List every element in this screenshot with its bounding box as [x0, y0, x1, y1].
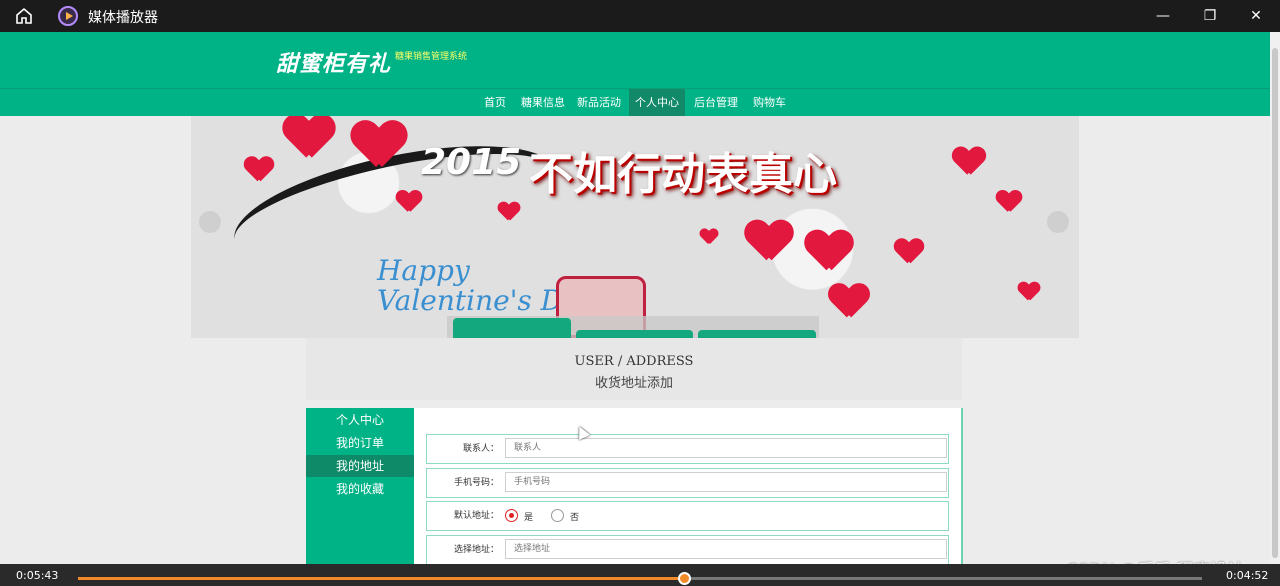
restore-icon: ❐ [1203, 8, 1217, 24]
address-form: 联系人： 联系人 手机号码： 手机号码 默认地址： 是 否 选择地址： 选择地址 [414, 408, 963, 564]
sidebar-item-orders[interactable]: 我的订单 [306, 432, 414, 454]
section-title-cn: 收货地址添加 [594, 376, 673, 391]
restore-button[interactable]: ❐ [1199, 5, 1221, 27]
sidebar-item-personal-center[interactable]: 个人中心 [306, 409, 414, 431]
banner-tab[interactable] [698, 330, 816, 338]
heart-decoration [1018, 282, 1040, 301]
heart-decoration [245, 157, 274, 183]
default-address-label: 默认地址： [453, 511, 499, 521]
banner-next-arrow[interactable] [1047, 211, 1069, 233]
nav-new-activities[interactable]: 新品活动 [571, 89, 627, 116]
nav-personal-center[interactable]: 个人中心 [629, 89, 685, 116]
heart-decoration [498, 202, 520, 221]
default-yes-radio[interactable] [505, 509, 518, 522]
address-select-row: 选择地址： 选择地址 [426, 535, 949, 564]
contact-label: 联系人： [462, 444, 499, 454]
banner-year: 2015 [421, 142, 522, 183]
window-title: 媒体播放器 [88, 10, 158, 26]
remaining-time: 0:04:52 [1226, 569, 1269, 582]
heart-decoration [700, 229, 718, 245]
site-header: 甜蜜柜有礼 糖果销售管理系统 [0, 32, 1270, 88]
close-button[interactable]: ✕ [1245, 5, 1267, 27]
default-no-label: 否 [570, 513, 580, 523]
banner-tabs [447, 316, 819, 338]
contact-input[interactable]: 联系人 [505, 438, 947, 458]
heart-decoration [284, 116, 334, 160]
nav-home[interactable]: 首页 [478, 89, 512, 116]
seek-handle[interactable] [677, 572, 691, 585]
seek-bar[interactable] [78, 572, 1202, 585]
minimize-icon: — [1156, 8, 1170, 24]
phone-row: 手机号码： 手机号码 [426, 468, 949, 498]
heart-decoration [996, 191, 1021, 213]
nav-candy-info[interactable]: 糖果信息 [515, 89, 571, 116]
main-nav: 首页 糖果信息 新品活动 个人中心 后台管理 购物车 [0, 88, 1270, 116]
user-sidebar: 个人中心 我的订单 我的地址 我的收藏 [306, 408, 414, 564]
banner-tab[interactable] [453, 318, 571, 338]
banner-tab[interactable] [576, 330, 693, 338]
media-player-icon [58, 6, 78, 26]
media-player-controls: 0:05:43 0:04:52 [0, 564, 1280, 586]
page-scrollbar[interactable] [1270, 32, 1280, 564]
scrollbar-thumb[interactable] [1272, 48, 1278, 558]
site-logo[interactable]: 甜蜜柜有礼 [276, 46, 391, 78]
heart-decoration [806, 231, 853, 273]
site-subtitle: 糖果销售管理系统 [395, 52, 468, 62]
section-title-en: USER / ADDRESS [574, 354, 694, 369]
banner-prev-arrow[interactable] [199, 211, 221, 233]
heart-decoration [895, 239, 924, 265]
heart-decoration [352, 122, 406, 170]
promo-banner[interactable]: 2015 不如行动表真心 Happy Valentine's Day [191, 116, 1079, 338]
address-select-input[interactable]: 选择地址 [505, 539, 947, 559]
heart-decoration [953, 148, 985, 177]
home-icon[interactable] [14, 6, 34, 26]
seek-bar-progress [78, 577, 685, 580]
webpage-viewport: 甜蜜柜有礼 糖果销售管理系统 首页 糖果信息 新品活动 个人中心 后台管理 购物… [0, 32, 1270, 564]
default-yes-label: 是 [524, 513, 534, 523]
phone-input[interactable]: 手机号码 [505, 472, 947, 492]
heart-decoration [396, 191, 421, 213]
close-icon: ✕ [1250, 8, 1262, 24]
phone-label: 手机号码： [453, 478, 499, 488]
default-address-row: 默认地址： 是 否 [426, 501, 949, 531]
contact-row: 联系人： 联系人 [426, 434, 949, 464]
nav-cart[interactable]: 购物车 [747, 89, 792, 116]
heart-decoration [746, 221, 793, 263]
elapsed-time: 0:05:43 [16, 569, 59, 582]
banner-headline: 不如行动表真心 [529, 149, 837, 200]
heart-decoration [829, 284, 869, 319]
minimize-button[interactable]: — [1152, 5, 1174, 27]
sidebar-item-favorites[interactable]: 我的收藏 [306, 478, 414, 500]
sidebar-item-address[interactable]: 我的地址 [306, 455, 414, 477]
window-titlebar: 媒体播放器 — ❐ ✕ [0, 0, 1280, 32]
section-heading: USER / ADDRESS 收货地址添加 [306, 338, 962, 400]
address-select-label: 选择地址： [453, 545, 499, 555]
default-no-radio[interactable] [551, 509, 564, 522]
nav-admin[interactable]: 后台管理 [688, 89, 744, 116]
